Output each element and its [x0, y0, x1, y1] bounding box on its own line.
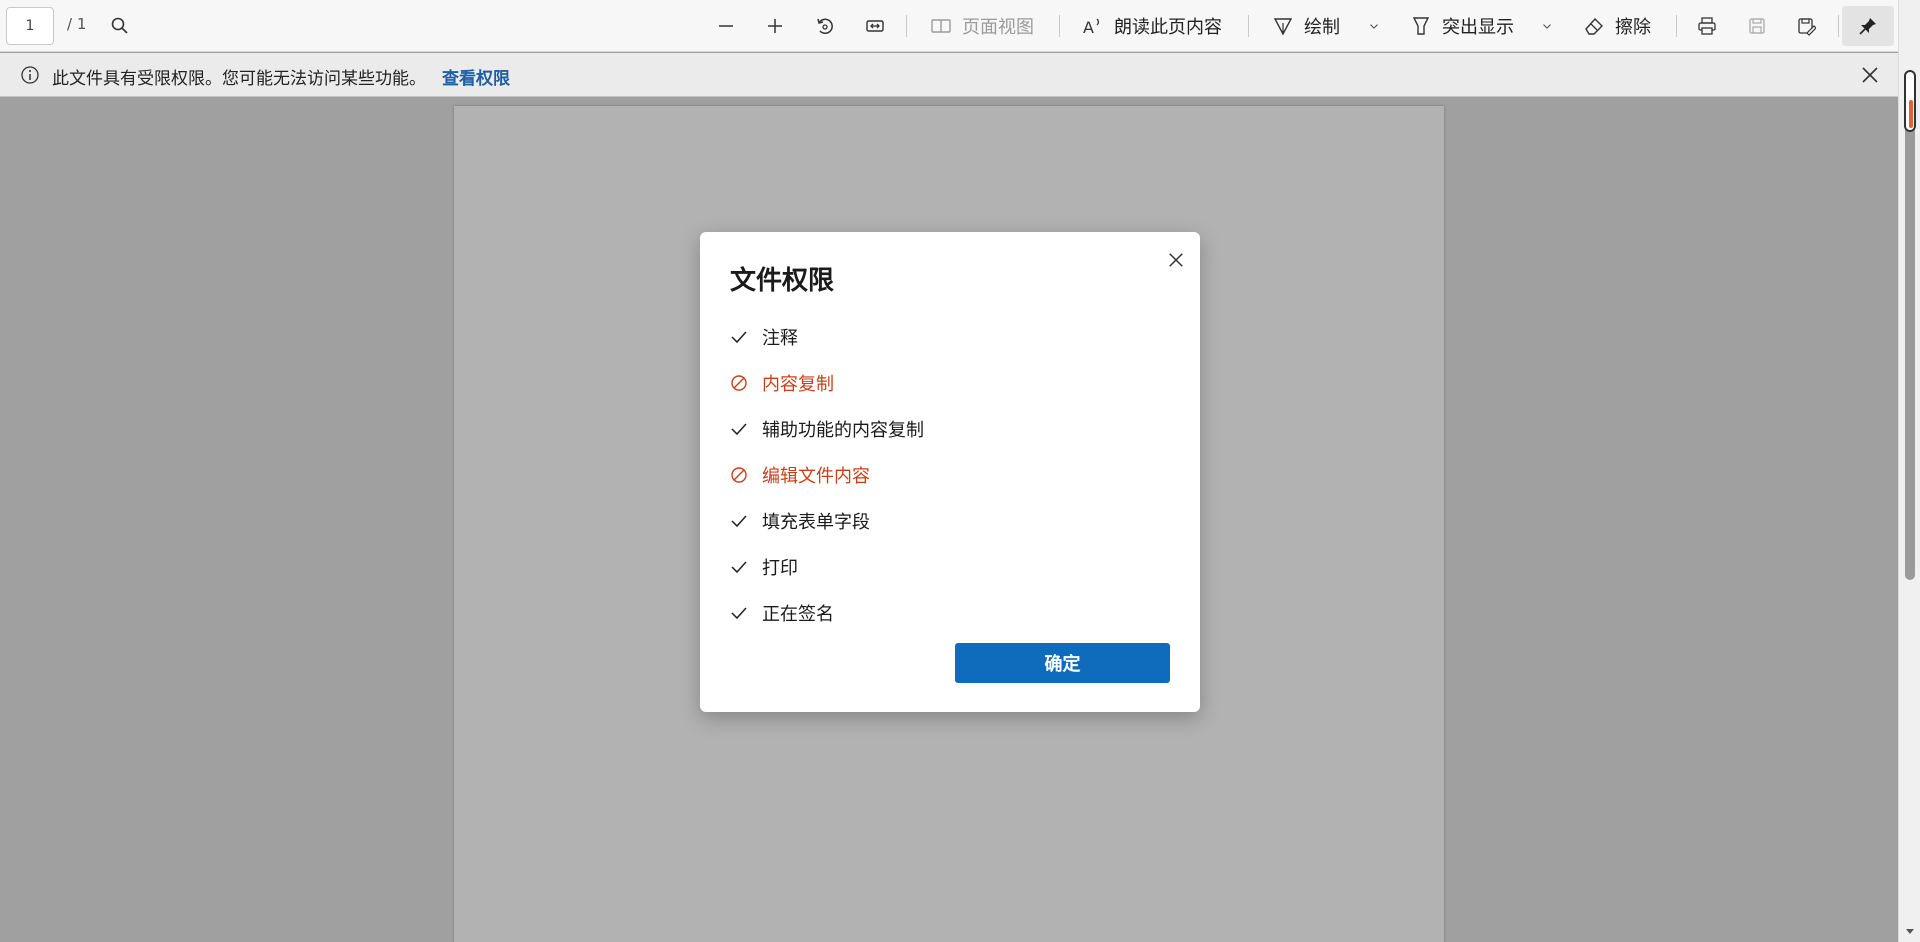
permission-item: 打印: [730, 544, 1170, 590]
chevron-down-icon[interactable]: [1537, 16, 1557, 36]
pin-toolbar-button[interactable]: [1842, 6, 1894, 46]
permission-item: 注释: [730, 314, 1170, 360]
rotate-icon[interactable]: [809, 10, 841, 42]
erase-label: 擦除: [1615, 17, 1651, 38]
scroll-thumb[interactable]: [1905, 70, 1915, 580]
highlighter-icon: [1412, 17, 1430, 35]
permission-label: 打印: [762, 558, 798, 579]
pdf-toolbar: 1 / 1 页面视图 A 朗读此页内容 绘制 突出显示 擦除: [0, 0, 1898, 52]
view-permissions-link[interactable]: 查看权限: [442, 64, 510, 89]
check-icon: [731, 423, 747, 436]
pin-icon: [1859, 18, 1876, 35]
permission-label: 填充表单字段: [762, 512, 870, 533]
prohibited-icon: [731, 375, 747, 391]
eraser-icon: [1585, 17, 1603, 35]
zoom-out-icon[interactable]: [710, 10, 742, 42]
check-icon: [731, 331, 747, 344]
ok-button[interactable]: 确定: [955, 643, 1170, 683]
scroll-highlight-marker: [1909, 100, 1913, 128]
permission-item: 辅助功能的内容复制: [730, 406, 1170, 452]
permission-list: 注释 内容复制 辅助功能的内容复制 编辑文件内容 填充表单字段 打印 正在签名: [730, 314, 1170, 636]
zoom-in-icon[interactable]: [759, 10, 791, 42]
permission-item: 正在签名: [730, 590, 1170, 636]
read-aloud-icon: A: [1083, 18, 1100, 37]
check-icon: [731, 515, 747, 528]
close-icon[interactable]: [1858, 63, 1882, 87]
vertical-scrollbar[interactable]: [1898, 0, 1920, 942]
restricted-permissions-bar: 此文件具有受限权限。您可能无法访问某些功能。 查看权限: [0, 53, 1898, 97]
chevron-down-icon[interactable]: [1364, 16, 1384, 36]
draw-label: 绘制: [1304, 17, 1340, 38]
permission-label: 编辑文件内容: [762, 466, 870, 487]
toolbar-divider: [1838, 15, 1839, 37]
permission-label: 辅助功能的内容复制: [762, 420, 924, 441]
erase-button[interactable]: 擦除: [1583, 8, 1651, 44]
svg-text:A: A: [1083, 18, 1094, 37]
toolbar-divider: [906, 15, 907, 37]
read-aloud-button[interactable]: A 朗读此页内容: [1082, 8, 1222, 44]
toolbar-divider: [1059, 15, 1060, 37]
read-aloud-label: 朗读此页内容: [1114, 17, 1222, 38]
fit-width-icon[interactable]: [859, 10, 891, 42]
save-icon[interactable]: [1741, 10, 1773, 42]
page-number-input[interactable]: 1: [6, 7, 54, 45]
permission-label: 注释: [762, 328, 798, 349]
save-as-icon[interactable]: [1790, 10, 1822, 42]
page-total: / 1: [67, 15, 87, 33]
highlight-label: 突出显示: [1442, 17, 1514, 38]
check-icon: [731, 607, 747, 620]
prohibited-icon: [731, 467, 747, 483]
info-icon: [21, 66, 39, 84]
permission-item: 填充表单字段: [730, 498, 1170, 544]
permission-item: 内容复制: [730, 360, 1170, 406]
permission-label: 内容复制: [762, 374, 834, 395]
toolbar-divider: [1248, 15, 1249, 37]
book-icon: [931, 19, 951, 33]
file-permissions-dialog: 文件权限 注释 内容复制 辅助功能的内容复制 编辑文件内容 填充表单字段 打印: [700, 232, 1200, 712]
permission-item: 编辑文件内容: [730, 452, 1170, 498]
dialog-close-button[interactable]: [1162, 246, 1190, 274]
print-icon[interactable]: [1691, 10, 1723, 42]
close-icon: [1169, 253, 1183, 267]
draw-icon: [1273, 18, 1293, 36]
search-icon[interactable]: [104, 10, 136, 42]
scroll-down-arrow-icon[interactable]: [1905, 926, 1915, 936]
draw-button[interactable]: 绘制: [1272, 8, 1340, 44]
highlight-button[interactable]: 突出显示: [1410, 8, 1514, 44]
toolbar-divider: [1676, 15, 1677, 37]
dialog-title: 文件权限: [730, 266, 835, 296]
check-icon: [731, 561, 747, 574]
permission-label: 正在签名: [762, 604, 834, 625]
page-view-button[interactable]: 页面视图: [930, 8, 1034, 44]
page-view-label: 页面视图: [962, 17, 1034, 38]
restricted-message: 此文件具有受限权限。您可能无法访问某些功能。: [52, 69, 426, 89]
